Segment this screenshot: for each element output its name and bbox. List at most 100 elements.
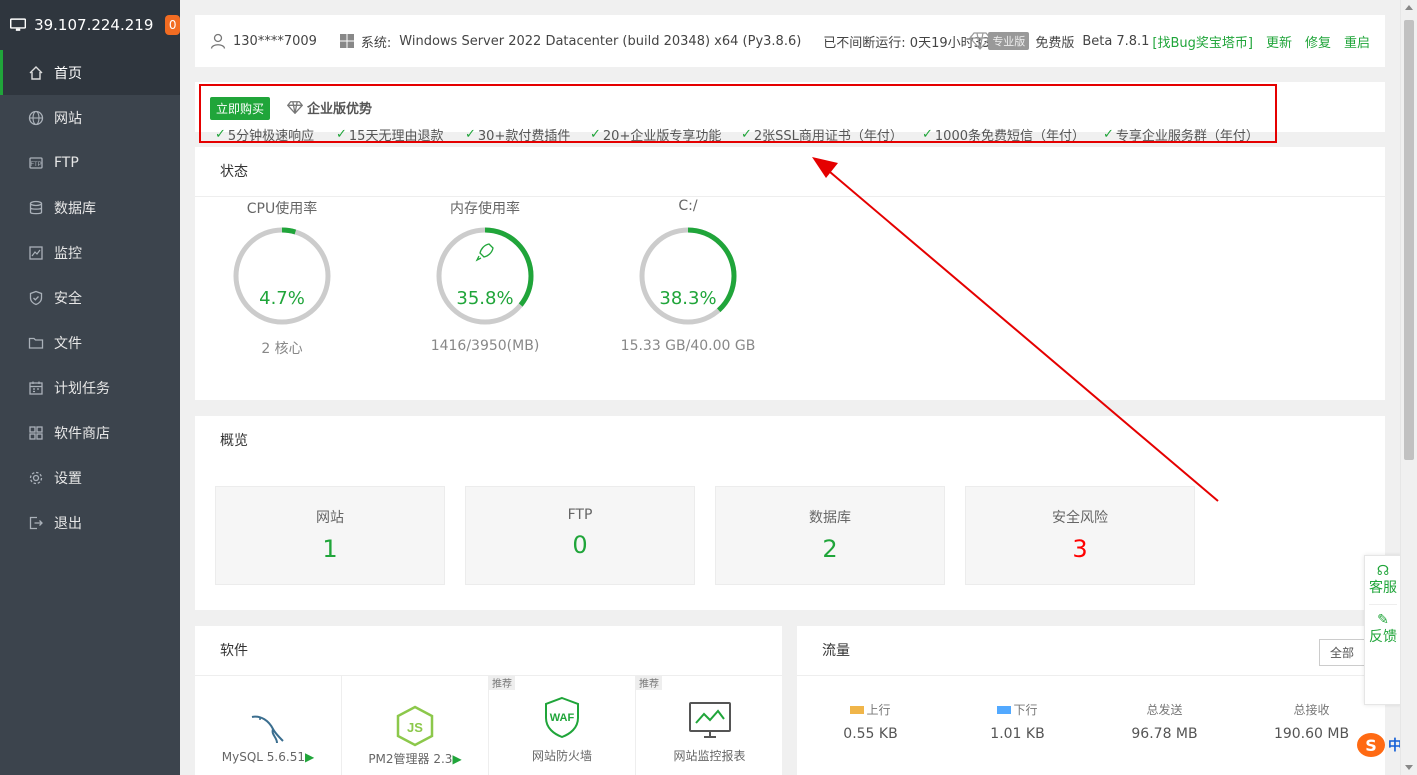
globe-icon [27, 109, 45, 127]
sidebar-item-logout[interactable]: 退出 [0, 500, 180, 545]
sidebar-item-database[interactable]: 数据库 [0, 185, 180, 230]
memory-gauge[interactable]: 内存使用率 35.8% 1416/3950(MB) [405, 198, 565, 354]
edit-icon: ✎ [1377, 612, 1389, 628]
sidebar-item-label: 监控 [54, 245, 82, 262]
message-badge[interactable]: 0 [165, 15, 180, 35]
play-icon: ▶ [304, 750, 315, 764]
sidebar-item-label: 设置 [54, 470, 82, 487]
sidebar-item-cron[interactable]: 计划任务 [0, 365, 180, 410]
software-name: 网站监控报表 [673, 749, 746, 763]
folder-icon [27, 334, 45, 352]
vertical-scrollbar[interactable] [1400, 0, 1417, 775]
software-name: 网站防火墙 [531, 749, 592, 763]
sidebar-item-label: FTP [54, 154, 79, 171]
free-label: 免费版 [1035, 35, 1075, 51]
traffic-range-select[interactable]: 全部 [1318, 639, 1365, 666]
pro-edition-tag[interactable]: 专业版 [969, 31, 1030, 51]
cpu-gauge[interactable]: CPU使用率 4.7% 2 核心 [202, 198, 362, 358]
overview-title: 概览 [220, 433, 248, 449]
ftp-icon: FTP [27, 154, 45, 172]
monitor-icon [27, 244, 45, 262]
server-ip: 39.107.224.219 [34, 16, 154, 34]
traffic-title: 流量 [797, 626, 1385, 676]
feedback-button[interactable]: ✎ 反馈 [1365, 605, 1401, 645]
bug-link[interactable]: [找Bug奖宝塔币] [1152, 32, 1253, 51]
sidebar-item-home[interactable]: 首页 [0, 50, 180, 95]
svg-text:JS: JS [407, 720, 423, 735]
scroll-thumb [1404, 20, 1414, 460]
upload-legend [850, 705, 865, 714]
overview-security-risk[interactable]: 安全风险 3 [965, 486, 1195, 585]
sidebar-item-label: 数据库 [54, 200, 96, 217]
customer-service-button[interactable]: ☊ 客服 [1365, 556, 1401, 596]
version-prefix: Beta [1082, 33, 1113, 49]
gauge-sub: 15.33 GB/40.00 GB [620, 338, 756, 354]
gauge-value: 38.3% [659, 288, 717, 309]
calendar-icon [27, 379, 45, 397]
software-item-monitor-report[interactable]: 推荐 网站监控报表 [636, 675, 783, 775]
home-icon [27, 64, 45, 82]
software-item-waf[interactable]: 推荐 WAF 网站防火墙 [489, 675, 636, 775]
gauge-ring [436, 227, 534, 325]
sidebar-item-settings[interactable]: 设置 [0, 455, 180, 500]
gauge-ring [639, 227, 737, 325]
grid-icon [27, 424, 45, 442]
sidebar-item-security[interactable]: 安全 [0, 275, 180, 320]
overview-card: 概览 网站 1 FTP 0 数据库 2 安全风险 3 [195, 416, 1385, 610]
mysql-icon [251, 715, 284, 744]
user-account[interactable]: 130****7009 [233, 34, 317, 49]
software-card: 软件 MySQL 5.6.51▶ JS PM2管理器 2.3▶ 推荐 WAF 网… [195, 626, 782, 775]
rocket-icon [475, 243, 494, 262]
windows-icon [339, 34, 354, 48]
sidebar-item-label: 安全 [54, 290, 82, 307]
sidebar-item-store[interactable]: 软件商店 [0, 410, 180, 455]
sidebar-item-monitor[interactable]: 监控 [0, 230, 180, 275]
traffic-total-sent: 总发送 96.78 MB [1131, 703, 1198, 742]
sidebar-item-label: 文件 [54, 335, 82, 352]
overview-database[interactable]: 数据库 2 [715, 486, 945, 585]
sidebar-item-label: 软件商店 [54, 425, 110, 442]
gauge-title: 内存使用率 [450, 201, 520, 217]
gauge-ring [233, 227, 331, 325]
server-header: 39.107.224.219 0 [0, 0, 180, 50]
top-info-bar: 130****7009 系统: Windows Server 2022 Data… [195, 15, 1385, 67]
gauge-title: C:/ [678, 198, 698, 214]
sidebar-item-label: 计划任务 [54, 380, 110, 397]
ime-indicator[interactable]: S 中 [1357, 732, 1405, 758]
gauge-title: CPU使用率 [246, 201, 318, 217]
restart-link[interactable]: 重启 [1344, 32, 1370, 51]
waf-icon: WAF [545, 696, 579, 738]
sidebar-item-ftp[interactable]: FTP FTP [0, 140, 180, 185]
play-icon: ▶ [452, 752, 462, 766]
gauge-value: 35.8% [456, 288, 514, 309]
gauge-value: 4.7% [259, 288, 305, 309]
version: 7.8.1 [1116, 33, 1150, 49]
sogou-icon: S [1357, 733, 1385, 757]
overview-website[interactable]: 网站 1 [215, 486, 445, 585]
software-name: MySQL 5.6.51▶ [221, 750, 315, 764]
download-legend [997, 705, 1012, 714]
gauge-sub: 2 核心 [261, 341, 303, 357]
database-icon [27, 199, 45, 217]
server-monitor-icon [10, 18, 27, 31]
sidebar: 39.107.224.219 0 首页 网站 FTP FTP 数据库 监控 安全 … [0, 0, 180, 775]
svg-text:WAF: WAF [550, 712, 575, 724]
software-item-pm2[interactable]: JS PM2管理器 2.3▶ [342, 675, 489, 775]
floating-service-bar: ☊ 客服 ✎ 反馈 [1364, 555, 1402, 705]
update-link[interactable]: 更新 [1266, 32, 1292, 51]
monitor-report-icon [689, 702, 731, 738]
sidebar-item-website[interactable]: 网站 [0, 95, 180, 140]
status-title: 状态 [195, 147, 1385, 197]
scroll-up-arrow [1405, 5, 1413, 10]
traffic-download: 下行 1.01 KB [990, 703, 1045, 742]
overview-ftp[interactable]: FTP 0 [465, 486, 695, 585]
sidebar-item-files[interactable]: 文件 [0, 320, 180, 365]
headset-icon: ☊ [1376, 563, 1390, 579]
traffic-card: 流量 全部 上行 0.55 KB 下行 1.01 KB 总发送 96.78 MB 总接… [797, 626, 1385, 775]
repair-link[interactable]: 修复 [1305, 32, 1331, 51]
nodejs-icon: JS [396, 705, 434, 747]
disk-gauge[interactable]: C:/ 38.3% 15.33 GB/40.00 GB [608, 198, 768, 354]
recommend-tag: 推荐 [636, 675, 662, 690]
system-label: 系统: [360, 35, 392, 51]
software-item-mysql[interactable]: MySQL 5.6.51▶ [195, 675, 342, 775]
